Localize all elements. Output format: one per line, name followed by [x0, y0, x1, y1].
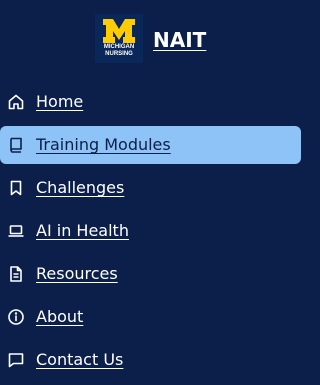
block-m-icon	[103, 19, 135, 43]
michigan-nursing-logo[interactable]: MICHIGAN NURSING	[95, 14, 143, 63]
home-icon	[7, 93, 25, 111]
nav-item-challenges[interactable]: Challenges	[0, 169, 301, 207]
nav-label-training-modules: Training Modules	[36, 135, 171, 154]
nav-label-about: About	[36, 307, 84, 326]
laptop-icon	[7, 222, 25, 240]
nav-item-contact-us[interactable]: Contact Us	[0, 341, 301, 379]
nav-item-training-modules[interactable]: Training Modules	[0, 126, 301, 164]
info-icon	[7, 308, 25, 326]
nav-label-home: Home	[36, 92, 84, 111]
nav-label-resources: Resources	[36, 264, 118, 283]
header: MICHIGAN NURSING NAIT	[0, 14, 301, 64]
nav-label-contact-us: Contact Us	[36, 350, 124, 369]
brand-link[interactable]: NAIT	[153, 28, 206, 52]
nav-item-about[interactable]: About	[0, 298, 301, 336]
document-icon	[7, 265, 25, 283]
nav-item-ai-in-health[interactable]: AI in Health	[0, 212, 301, 250]
logo-text-nursing: NURSING	[105, 51, 133, 57]
chat-icon	[7, 351, 25, 369]
bookmark-icon	[7, 179, 25, 197]
nav-label-challenges: Challenges	[36, 178, 125, 197]
book-icon	[7, 136, 25, 154]
nav-label-ai-in-health: AI in Health	[36, 221, 129, 240]
nav-item-resources[interactable]: Resources	[0, 255, 301, 293]
nav-item-home[interactable]: Home	[0, 83, 301, 121]
logo-text-michigan: MICHIGAN	[103, 44, 135, 50]
